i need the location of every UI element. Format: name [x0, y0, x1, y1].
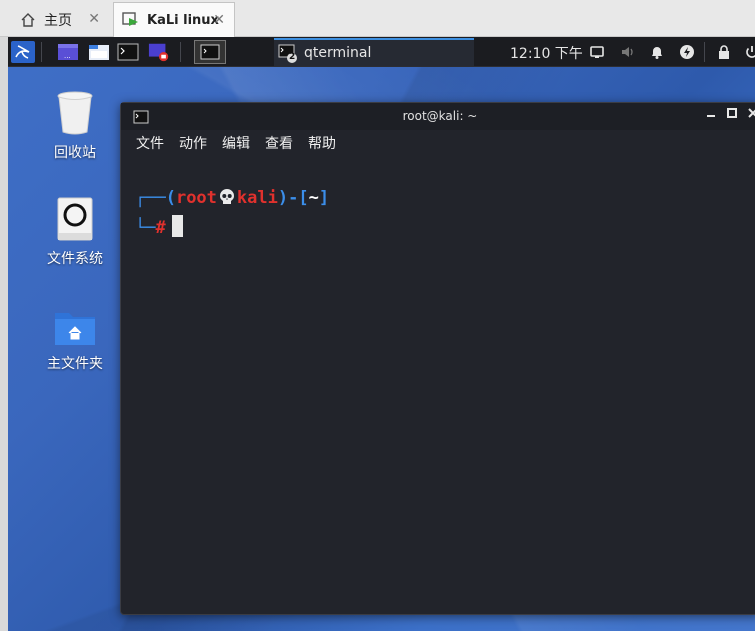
maximize-icon[interactable] [724, 107, 740, 122]
menu-help[interactable]: 帮助 [308, 133, 336, 153]
trash-icon [30, 90, 120, 136]
window-count-badge: 2 [289, 52, 296, 62]
logout-icon[interactable] [741, 41, 755, 63]
prompt-user: root [175, 188, 217, 208]
panel-separator [41, 42, 42, 62]
power-manager-icon[interactable] [676, 41, 698, 63]
prompt-line-1: ┌──(root kali)-[~] [135, 188, 329, 211]
file-manager-icon[interactable] [88, 41, 110, 63]
desktop-icon-filesystem[interactable]: 文件系统 [30, 196, 120, 268]
prompt-line-2: └─# [135, 215, 183, 238]
desktop-icon-trash[interactable]: 回收站 [30, 90, 120, 162]
panel-clock[interactable]: 12:10 下午 [510, 43, 583, 63]
top-panel: ... 2 qterminal 12:10 下午 [8, 37, 755, 67]
terminal-menubar: 文件 动作 编辑 查看 帮助 [121, 130, 755, 156]
panel-separator [704, 42, 705, 62]
home-folder-icon [30, 307, 120, 347]
taskbar-item-qterminal[interactable]: 2 qterminal [274, 38, 474, 66]
skull-icon [218, 188, 236, 211]
display-icon[interactable] [586, 41, 608, 63]
terminal-title: root@kali: ~ [402, 109, 478, 123]
prompt-path: ~ [308, 188, 319, 208]
screen-recorder-icon[interactable] [148, 41, 170, 63]
kali-menu-icon[interactable] [11, 41, 35, 63]
prompt-line2-prefix: └─ [135, 218, 156, 238]
text-cursor [171, 215, 183, 237]
prompt-mid: )-[ [277, 188, 309, 208]
host-tab-kali-label: KaLi linux [147, 12, 219, 28]
lock-screen-icon[interactable] [713, 41, 735, 63]
prompt-symbol: # [155, 218, 166, 238]
desktop: ... 2 qterminal 12:10 下午 回收站 文件系统 主文件夹 r… [8, 37, 755, 631]
close-icon[interactable]: ✕ [213, 12, 225, 28]
show-desktop-icon[interactable]: ... [57, 41, 79, 63]
volume-icon[interactable] [617, 41, 639, 63]
desktop-icon-label: 主文件夹 [47, 356, 103, 372]
vm-icon [122, 11, 140, 29]
filesystem-icon [30, 196, 120, 242]
prompt-host: kali [236, 188, 278, 208]
host-left-border [0, 37, 8, 631]
svg-text:...: ... [64, 52, 71, 60]
host-tab-bar: 主页 ✕ KaLi linux ✕ [0, 0, 755, 37]
menu-actions[interactable]: 动作 [179, 133, 207, 153]
minimize-icon[interactable] [703, 107, 719, 122]
menu-file[interactable]: 文件 [136, 133, 164, 153]
terminal-launcher-icon[interactable] [117, 41, 139, 63]
home-icon [19, 11, 37, 29]
host-tab-kali[interactable]: KaLi linux ✕ [113, 2, 235, 37]
terminal-titlebar[interactable]: root@kali: ~ [121, 103, 755, 130]
host-tab-home-label: 主页 [44, 12, 72, 29]
terminal-icon: 2 [278, 43, 298, 63]
prompt-close: ] [318, 188, 330, 208]
menu-edit[interactable]: 编辑 [222, 133, 250, 153]
panel-separator [180, 42, 181, 62]
workspace-switcher[interactable] [194, 40, 226, 64]
terminal-window: root@kali: ~ 文件 动作 编辑 查看 帮助 ┌──(root kali… [120, 102, 755, 615]
close-icon[interactable]: ✕ [88, 11, 100, 27]
close-icon[interactable] [745, 107, 755, 122]
terminal-content[interactable]: ┌──(root kali)-[~] └─# [121, 156, 755, 614]
taskbar-item-label: qterminal [304, 45, 372, 61]
prompt-open: ┌──( [135, 188, 176, 208]
desktop-icon-label: 回收站 [54, 145, 96, 161]
desktop-icon-label: 文件系统 [47, 251, 103, 267]
host-tab-home[interactable]: 主页 ✕ [11, 2, 109, 37]
notification-bell-icon[interactable] [646, 41, 668, 63]
menu-view[interactable]: 查看 [265, 133, 293, 153]
desktop-icon-home-folder[interactable]: 主文件夹 [30, 307, 120, 373]
